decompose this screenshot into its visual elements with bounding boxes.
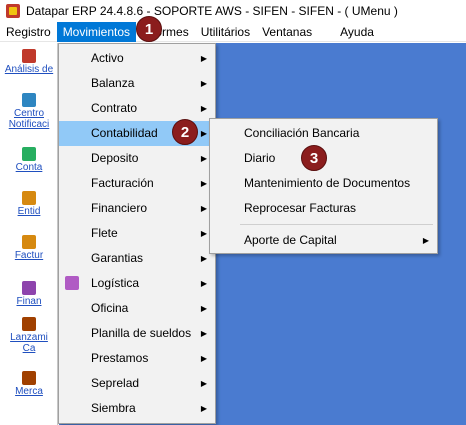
chevron-right-icon: ▶ <box>200 354 207 363</box>
menu-item-facturacion[interactable]: Facturación ▶ <box>59 171 215 196</box>
menu-item-oficina[interactable]: Oficina ▶ <box>59 296 215 321</box>
sidebar-item-financiero[interactable]: Finan <box>0 281 58 307</box>
menu-item-label: Flete <box>91 226 118 240</box>
chevron-right-icon: ▶ <box>200 404 207 413</box>
chevron-right-icon: ▶ <box>200 129 207 138</box>
sidebar-item-analisis[interactable]: Análisis de <box>0 49 58 75</box>
chevron-right-icon: ▶ <box>200 54 207 63</box>
title-bar: Datapar ERP 24.4.8.6 - SOPORTE AWS - SIF… <box>0 0 466 22</box>
sidebar-item-facturacion[interactable]: Factur <box>0 235 58 261</box>
menu-item-seprelad[interactable]: Seprelad ▶ <box>59 371 215 396</box>
chevron-right-icon: ▶ <box>200 379 207 388</box>
step-badge-1: 1 <box>136 16 162 42</box>
menu-item-garantias[interactable]: Garantias ▶ <box>59 246 215 271</box>
chevron-right-icon: ▶ <box>200 204 207 213</box>
menu-item-label: Prestamos <box>91 351 149 365</box>
submenu-item-aporte-de-capital[interactable]: Aporte de Capital ▶ <box>210 228 437 253</box>
submenu-item-label: Conciliación Bancaria <box>244 126 360 140</box>
menu-registro[interactable]: Registro <box>0 22 57 42</box>
menu-item-label: Seprelad <box>91 376 140 390</box>
menu-item-label: Balanza <box>91 76 135 90</box>
chevron-right-icon: ▶ <box>200 279 207 288</box>
menu-item-planilla-de-sueldos[interactable]: Planilla de sueldos ▶ <box>59 321 215 346</box>
menu-item-label: Planilla de sueldos <box>91 326 192 340</box>
menu-utilitarios[interactable]: Utilitários <box>195 22 256 42</box>
menu-item-label: Garantias <box>91 251 144 265</box>
chevron-right-icon: ▶ <box>200 229 207 238</box>
entity-icon <box>22 191 36 205</box>
cash-icon <box>22 317 36 331</box>
menu-movimientos[interactable]: Movimientos <box>56 21 137 42</box>
chevron-right-icon: ▶ <box>200 304 207 313</box>
step-badge-3: 3 <box>301 145 327 171</box>
contabilidad-submenu: Conciliación Bancaria Diario Mantenimien… <box>209 118 438 254</box>
menu-ventanas[interactable]: Ventanas <box>256 22 318 42</box>
sidebar-item-lanzamientos[interactable]: Lanzami Ca <box>0 317 58 354</box>
submenu-item-reprocesar-facturas[interactable]: Reprocesar Facturas <box>210 196 437 221</box>
sidebar: Análisis de Centro Notificaci Conta Enti… <box>0 43 58 425</box>
sidebar-item-contabilidad[interactable]: Conta <box>0 147 58 173</box>
chevron-right-icon: ▶ <box>200 104 207 113</box>
menu-item-label: Contabilidad <box>91 126 158 140</box>
chevron-right-icon: ▶ <box>200 154 207 163</box>
menu-item-label: Facturación <box>91 176 154 190</box>
sidebar-item-notificaciones[interactable]: Centro Notificaci <box>0 93 58 130</box>
menu-item-label: Logística <box>91 276 140 290</box>
menu-item-label: Deposito <box>91 151 139 165</box>
window-title: Datapar ERP 24.4.8.6 - SOPORTE AWS - SIF… <box>26 4 398 18</box>
book-icon <box>65 276 79 290</box>
menu-separator <box>240 224 433 225</box>
sidebar-item-mercaderias[interactable]: Merca <box>0 371 58 397</box>
movimientos-menu: Activo ▶ Balanza ▶ Contrato ▶ Contabilidad ▶… <box>58 43 216 424</box>
menu-item-label: Oficina <box>91 301 129 315</box>
chevron-right-icon: ▶ <box>200 254 207 263</box>
menu-item-logistica[interactable]: Logística ▶ <box>59 271 215 296</box>
submenu-item-label: Reprocesar Facturas <box>244 201 357 215</box>
app-icon <box>6 4 20 18</box>
menu-item-prestamos[interactable]: Prestamos ▶ <box>59 346 215 371</box>
menu-item-label: Financiero <box>91 201 148 215</box>
chevron-right-icon: ▶ <box>200 329 207 338</box>
chevron-right-icon: ▶ <box>200 179 207 188</box>
sidebar-item-entidades[interactable]: Entid <box>0 191 58 217</box>
menu-item-deposito[interactable]: Deposito ▶ <box>59 146 215 171</box>
finance-icon <box>22 281 36 295</box>
menu-item-label: Contrato <box>91 101 138 115</box>
submenu-item-label: Aporte de Capital <box>244 233 337 247</box>
invoice-icon <box>22 235 36 249</box>
submenu-item-mantenimiento-de-documentos[interactable]: Mantenimiento de Documentos <box>210 171 437 196</box>
menu-item-label: Siembra <box>91 401 136 415</box>
menu-ayuda[interactable]: Ayuda <box>318 22 380 42</box>
analysis-icon <box>22 49 36 63</box>
menu-item-balanza[interactable]: Balanza ▶ <box>59 71 215 96</box>
accounting-icon <box>22 147 36 161</box>
step-badge-2: 2 <box>172 119 198 145</box>
menu-item-contrato[interactable]: Contrato ▶ <box>59 96 215 121</box>
submenu-item-label: Diario <box>244 151 276 165</box>
goods-icon <box>22 371 36 385</box>
menu-bar: Registro Movimientos formes Utilitários … <box>0 21 466 42</box>
submenu-item-label: Mantenimiento de Documentos <box>244 176 411 190</box>
menu-item-siembra[interactable]: Siembra ▶ <box>59 396 215 421</box>
submenu-item-conciliacion-bancaria[interactable]: Conciliación Bancaria <box>210 121 437 146</box>
menu-item-activo[interactable]: Activo ▶ <box>59 46 215 71</box>
menu-item-label: Activo <box>91 51 124 65</box>
notification-icon <box>22 93 36 107</box>
menu-item-financiero[interactable]: Financiero ▶ <box>59 196 215 221</box>
menu-item-flete[interactable]: Flete ▶ <box>59 221 215 246</box>
chevron-right-icon: ▶ <box>422 236 429 245</box>
chevron-right-icon: ▶ <box>200 79 207 88</box>
